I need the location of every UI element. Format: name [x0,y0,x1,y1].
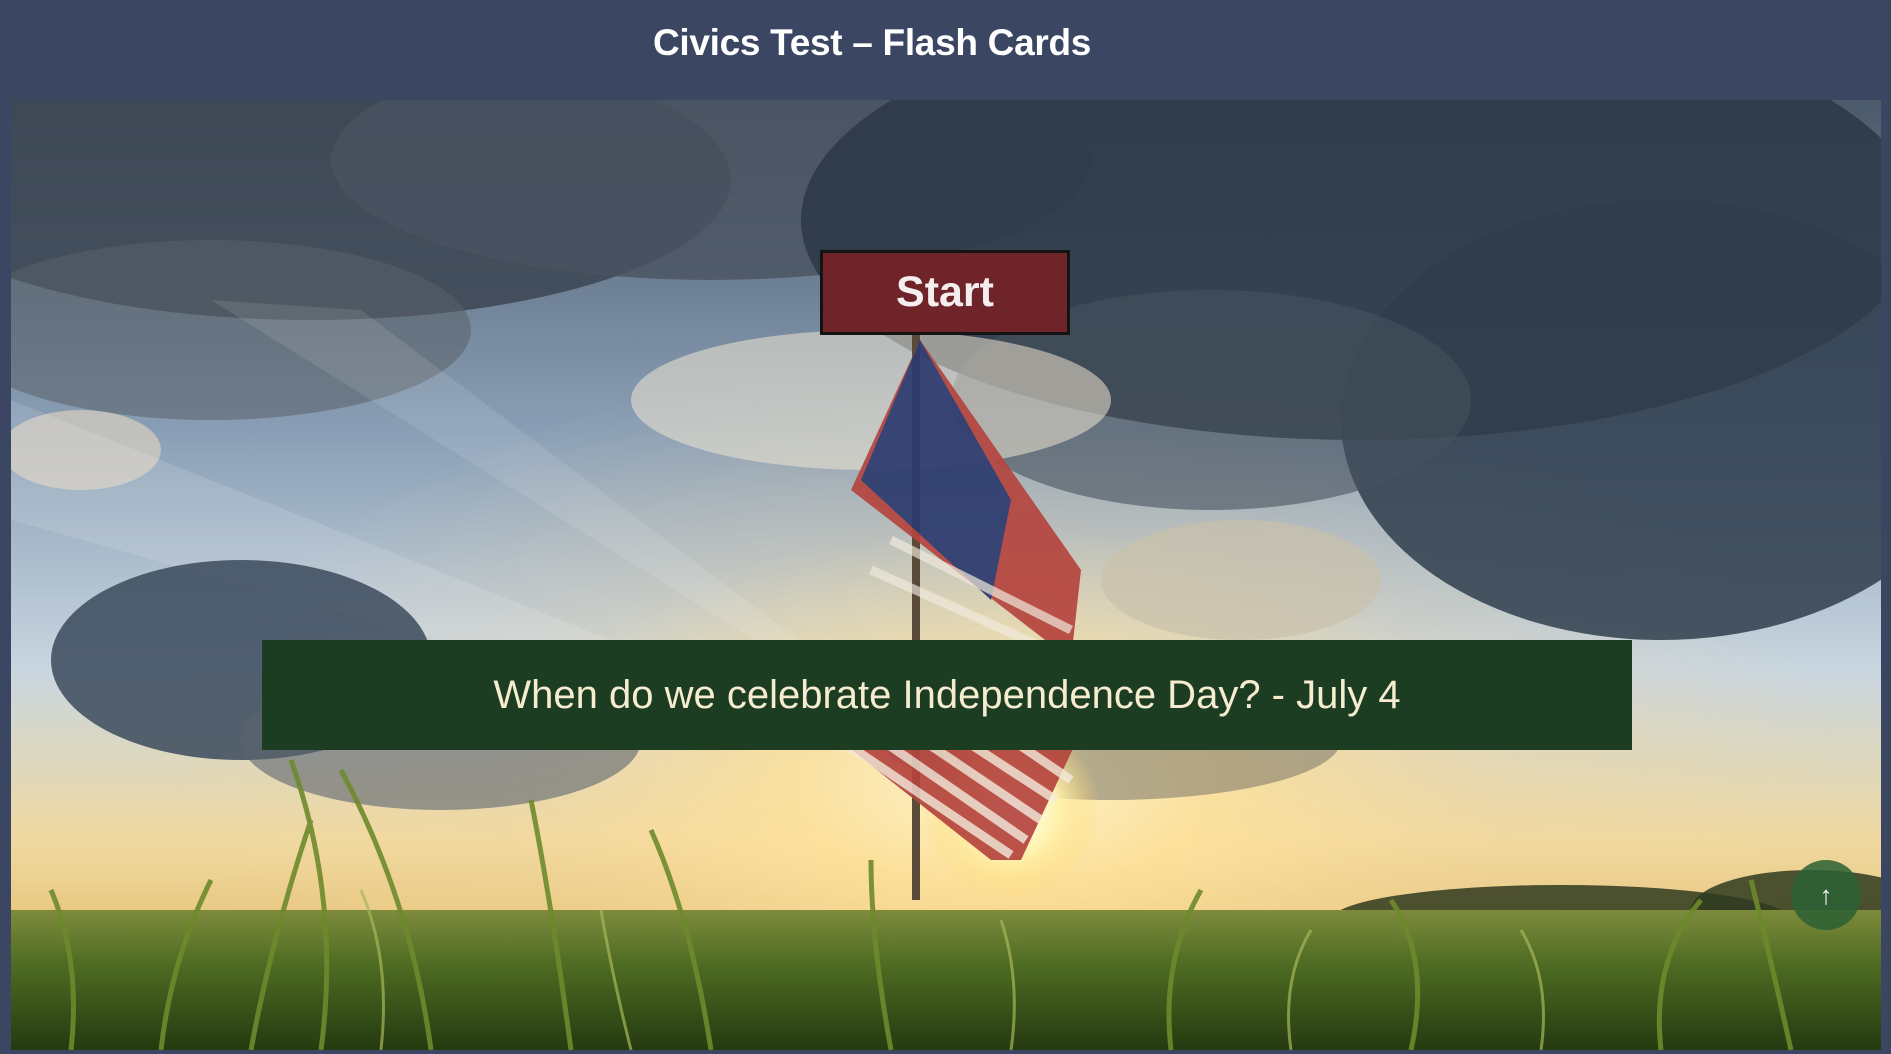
header-bar: Civics Test – Flash Cards [0,0,1891,100]
start-button[interactable]: Start [820,250,1070,335]
flag-sunset-background-image [11,100,1881,1050]
flash-card[interactable]: When do we celebrate Independence Day? -… [262,640,1632,750]
arrow-up-icon: ↑ [1819,879,1833,910]
scroll-to-top-button[interactable]: ↑ [1791,860,1861,930]
page: Civics Test – Flash Cards Start When do … [0,0,1891,1054]
flash-card-text: When do we celebrate Independence Day? -… [493,672,1401,717]
background-image-area: Start When do we celebrate Independence … [11,100,1881,1050]
page-title: Civics Test – Flash Cards [652,22,1092,63]
